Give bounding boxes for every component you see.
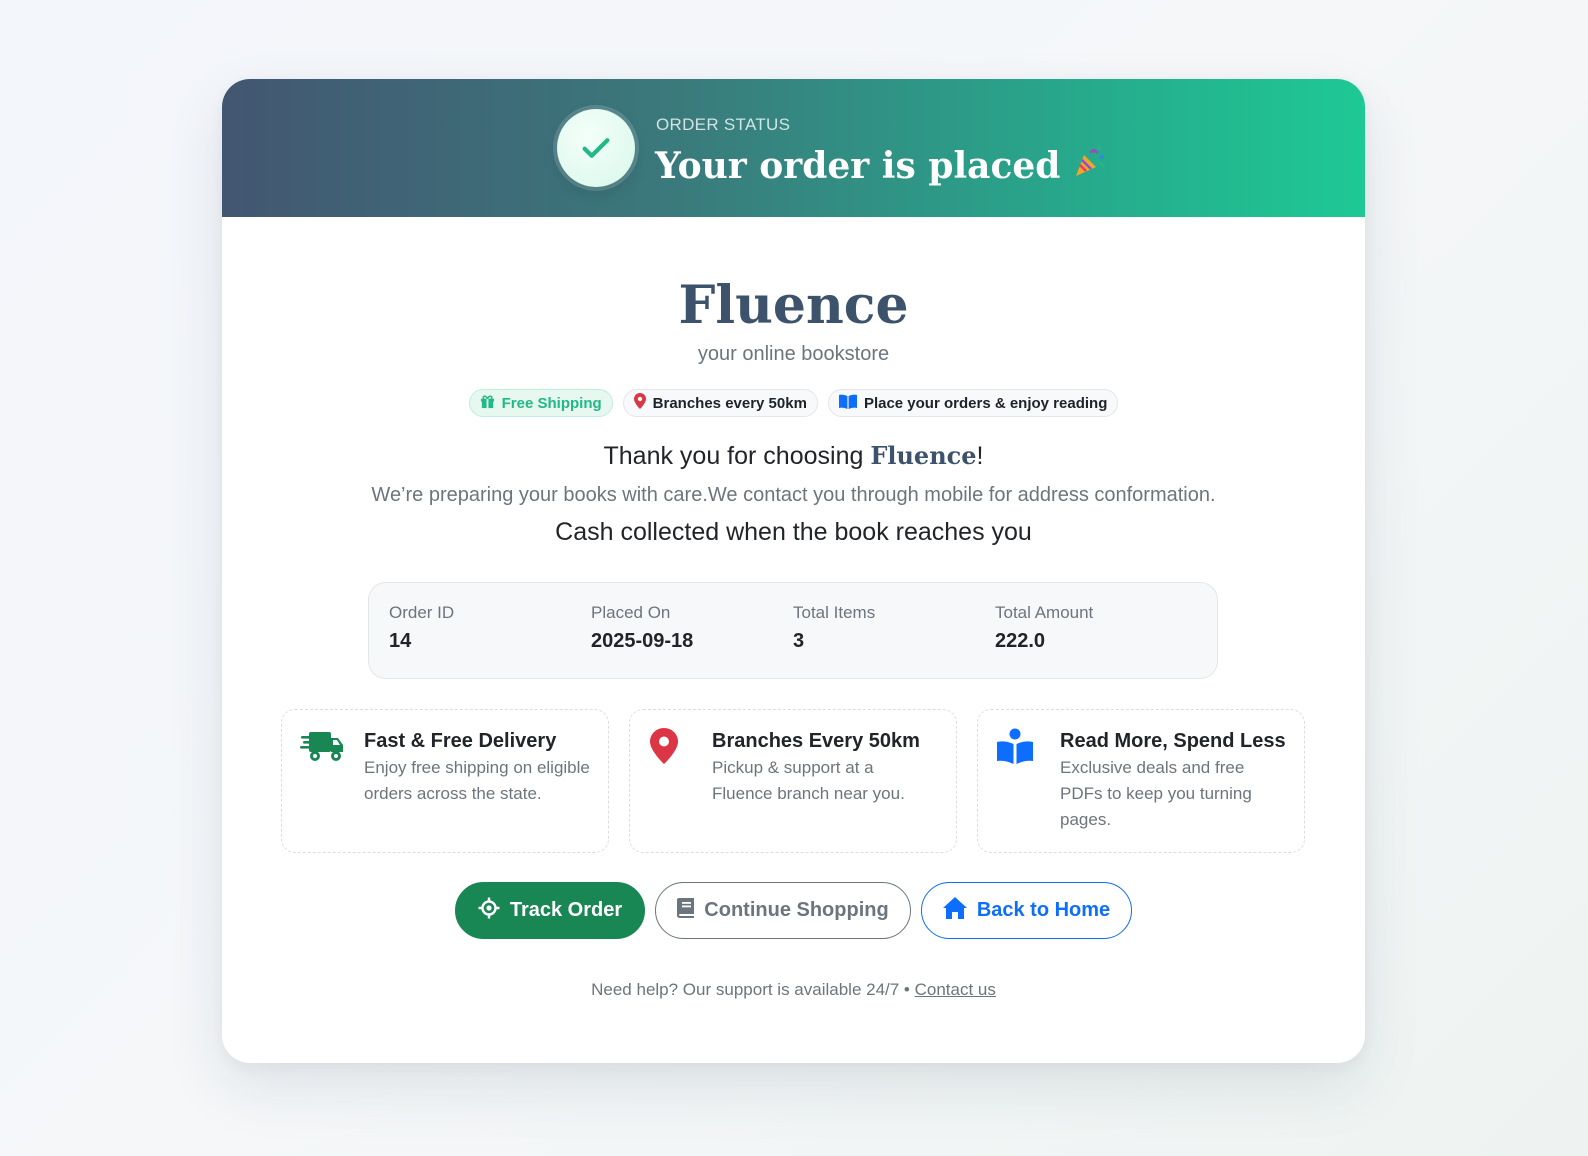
feature-card-reading: Read More, Spend Less Exclusive deals an… — [977, 709, 1305, 853]
chip-branches: Branches every 50km — [622, 389, 818, 417]
house-icon — [942, 896, 967, 925]
contact-us-link[interactable]: Contact us — [915, 980, 996, 999]
feature-cards: Fast & Free Delivery Enjoy free shipping… — [281, 709, 1305, 853]
feature-desc: Enjoy free shipping on eligible orders a… — [364, 758, 590, 803]
feature-title: Branches Every 50km — [712, 730, 920, 752]
chip-label: Place your orders & enjoy reading — [863, 394, 1108, 412]
placed-on-field: Placed On 2025-09-18 — [591, 603, 793, 678]
total-amount-label: Total Amount — [995, 603, 1094, 622]
preparing-message: We’re preparing your books with care.We … — [371, 484, 1216, 506]
feature-card-delivery: Fast & Free Delivery Enjoy free shipping… — [281, 709, 609, 853]
thank-prefix: Thank you for choosing — [603, 442, 871, 470]
crosshair-icon — [478, 897, 500, 925]
thank-you-message: Thank you for choosing Fluence! — [222, 441, 1365, 471]
order-status-header: ORDER STATUS Your order is placed — [222, 79, 1365, 217]
feature-text: Fast & Free Delivery Enjoy free shipping… — [364, 726, 590, 836]
order-id-field: Order ID 14 — [389, 603, 591, 678]
continue-shopping-button[interactable]: Continue Shopping — [655, 882, 911, 939]
order-id-value: 14 — [389, 630, 412, 652]
feature-text: Branches Every 50km Pickup & support at … — [712, 726, 938, 836]
feature-title: Fast & Free Delivery — [364, 730, 557, 752]
order-id-label: Order ID — [389, 603, 455, 622]
party-popper-icon — [1072, 143, 1108, 188]
chip-enjoy-reading: Place your orders & enjoy reading — [827, 389, 1119, 417]
back-to-home-label: Back to Home — [976, 899, 1111, 921]
help-text: Need help? Our support is available 24/7… — [591, 980, 915, 999]
brand-name: Fluence — [678, 275, 909, 336]
placed-on-label: Placed On — [591, 603, 671, 622]
total-amount-field: Total Amount 222.0 — [995, 603, 1197, 678]
brand-tagline: your online bookstore — [697, 343, 890, 365]
feature-text: Read More, Spend Less Exclusive deals an… — [1060, 726, 1286, 836]
feature-card-branches: Branches Every 50km Pickup & support at … — [629, 709, 957, 853]
status-label: ORDER STATUS — [656, 115, 791, 134]
map-pin-icon — [648, 726, 694, 836]
truck-icon — [300, 726, 346, 836]
feature-title: Read More, Spend Less — [1060, 730, 1286, 752]
feature-desc: Pickup & support at a Fluence branch nea… — [712, 758, 905, 803]
map-pin-icon — [633, 393, 646, 413]
order-confirmation-card: ORDER STATUS Your order is placed Fluenc… — [222, 79, 1365, 1063]
total-amount-value: 222.0 — [995, 630, 1046, 652]
total-items-value: 3 — [793, 630, 805, 652]
feature-desc: Exclusive deals and free PDFs to keep yo… — [1060, 758, 1252, 829]
track-order-button[interactable]: Track Order — [455, 882, 645, 939]
track-order-label: Track Order — [509, 899, 623, 921]
order-summary: Order ID 14 Placed On 2025-09-18 Total I… — [368, 582, 1218, 679]
thank-brand: Fluence — [870, 441, 977, 470]
feature-chips: Free Shipping Branches every 50km Place … — [222, 389, 1365, 417]
status-title: Your order is placed — [655, 143, 1108, 188]
gift-icon — [480, 394, 495, 413]
back-to-home-button[interactable]: Back to Home — [921, 882, 1132, 939]
thank-suffix: ! — [976, 442, 984, 470]
book-icon — [838, 394, 857, 413]
cash-on-delivery-message: Cash collected when the book reaches you — [555, 518, 1032, 546]
continue-shopping-label: Continue Shopping — [704, 899, 889, 921]
check-icon — [557, 109, 635, 187]
chip-label: Free Shipping — [501, 394, 602, 412]
status-title-text: Your order is placed — [655, 144, 1061, 187]
total-items-field: Total Items 3 — [793, 603, 995, 678]
chip-free-shipping: Free Shipping — [468, 389, 613, 417]
book-icon — [677, 897, 695, 924]
total-items-label: Total Items — [793, 603, 876, 622]
help-footer: Need help? Our support is available 24/7… — [222, 980, 1365, 1000]
action-buttons: Track Order Continue Shopping Back to Ho… — [222, 882, 1365, 939]
placed-on-value: 2025-09-18 — [591, 630, 694, 652]
reader-icon — [996, 726, 1042, 836]
chip-label: Branches every 50km — [652, 394, 807, 412]
